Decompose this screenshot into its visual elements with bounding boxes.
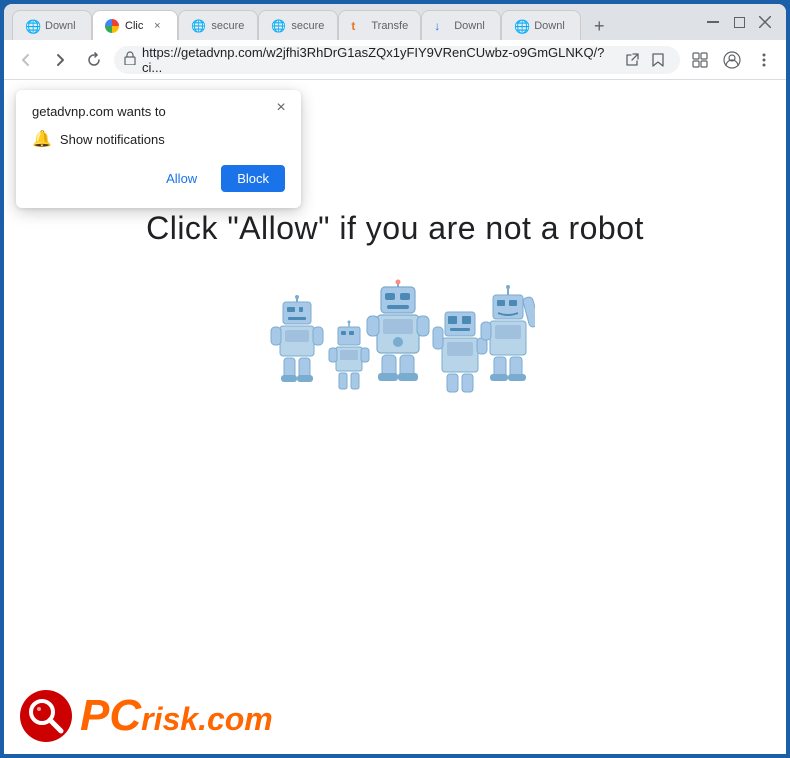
reload-button[interactable] [80,46,108,74]
maximize-button[interactable] [730,13,748,31]
popup-notification-text: Show notifications [60,132,165,147]
tab-2-favicon [105,19,119,33]
notification-popup: × getadvnp.com wants to 🔔 Show notificat… [16,90,301,208]
url-text: https://getadvnp.com/w2jfhi3RhDrG1asZQx1… [142,45,614,75]
grid-icon[interactable] [686,46,714,74]
tab-downl-6[interactable]: ↓ Downl [421,10,501,40]
tab-3-favicon: 🌐 [191,19,205,33]
tab-6-title: Downl [454,20,488,32]
bell-icon: 🔔 [32,129,52,149]
address-bar: https://getadvnp.com/w2jfhi3RhDrG1asZQx1… [4,40,786,80]
risk-text: risk.com [141,701,273,737]
tab-downl-7[interactable]: 🌐 Downl [501,10,581,40]
popup-title: getadvnp.com wants to [32,104,285,119]
window-controls [704,13,778,31]
tab-6-favicon: ↓ [434,19,448,33]
tab-7-title: Downl [534,20,568,32]
close-button[interactable] [756,13,774,31]
block-button[interactable]: Block [221,165,285,192]
lock-icon [124,51,136,68]
browser-window: 🌐 Downl Clic × 🌐 secure 🌐 secure t [4,4,786,754]
tab-5-favicon: t [351,19,365,33]
tab-4-favicon: 🌐 [271,19,285,33]
tab-2-title: Clic [125,20,143,32]
pcrisk-magnifier [26,696,66,736]
url-actions [620,48,670,72]
robots-illustration [4,277,786,417]
tab-2-close[interactable]: × [149,18,165,34]
tab-clic-active[interactable]: Clic × [92,10,178,40]
minimize-button[interactable] [704,13,722,31]
allow-button[interactable]: Allow [150,165,213,192]
tab-secure-4[interactable]: 🌐 secure [258,10,338,40]
title-bar: 🌐 Downl Clic × 🌐 secure 🌐 secure t [4,4,786,40]
robots-svg [255,277,535,417]
pc-text: PC [80,691,141,740]
popup-notification-row: 🔔 Show notifications [32,129,285,149]
pcrisk-logo: PCrisk.com [20,690,273,742]
popup-buttons: Allow Block [32,165,285,192]
back-button[interactable] [12,46,40,74]
tab-3-title: secure [211,20,245,32]
share-icon[interactable] [620,48,644,72]
menu-icon[interactable] [750,46,778,74]
page-content: × getadvnp.com wants to 🔔 Show notificat… [4,80,786,754]
tab-7-favicon: 🌐 [514,19,528,33]
tab-4-title: secure [291,20,325,32]
tab-1-title: Downl [45,20,79,32]
pcrisk-text: PCrisk.com [80,694,273,738]
tab-downl-1[interactable]: 🌐 Downl [12,10,92,40]
tab-1-favicon: 🌐 [25,19,39,33]
main-heading: Click "Allow" if you are not a robot [4,210,786,247]
forward-button[interactable] [46,46,74,74]
tab-transfer[interactable]: t Transfe [338,10,421,40]
tab-secure-3[interactable]: 🌐 secure [178,10,258,40]
bookmark-icon[interactable] [646,48,670,72]
tab-5-title: Transfe [371,20,408,32]
new-tab-button[interactable]: + [585,12,613,40]
url-bar[interactable]: https://getadvnp.com/w2jfhi3RhDrG1asZQx1… [114,46,680,74]
tabs-container: 🌐 Downl Clic × 🌐 secure 🌐 secure t [12,4,704,40]
pcrisk-ball-icon [20,690,72,742]
profile-icon[interactable] [718,46,746,74]
toolbar-right [686,46,778,74]
popup-close-button[interactable]: × [271,98,291,118]
